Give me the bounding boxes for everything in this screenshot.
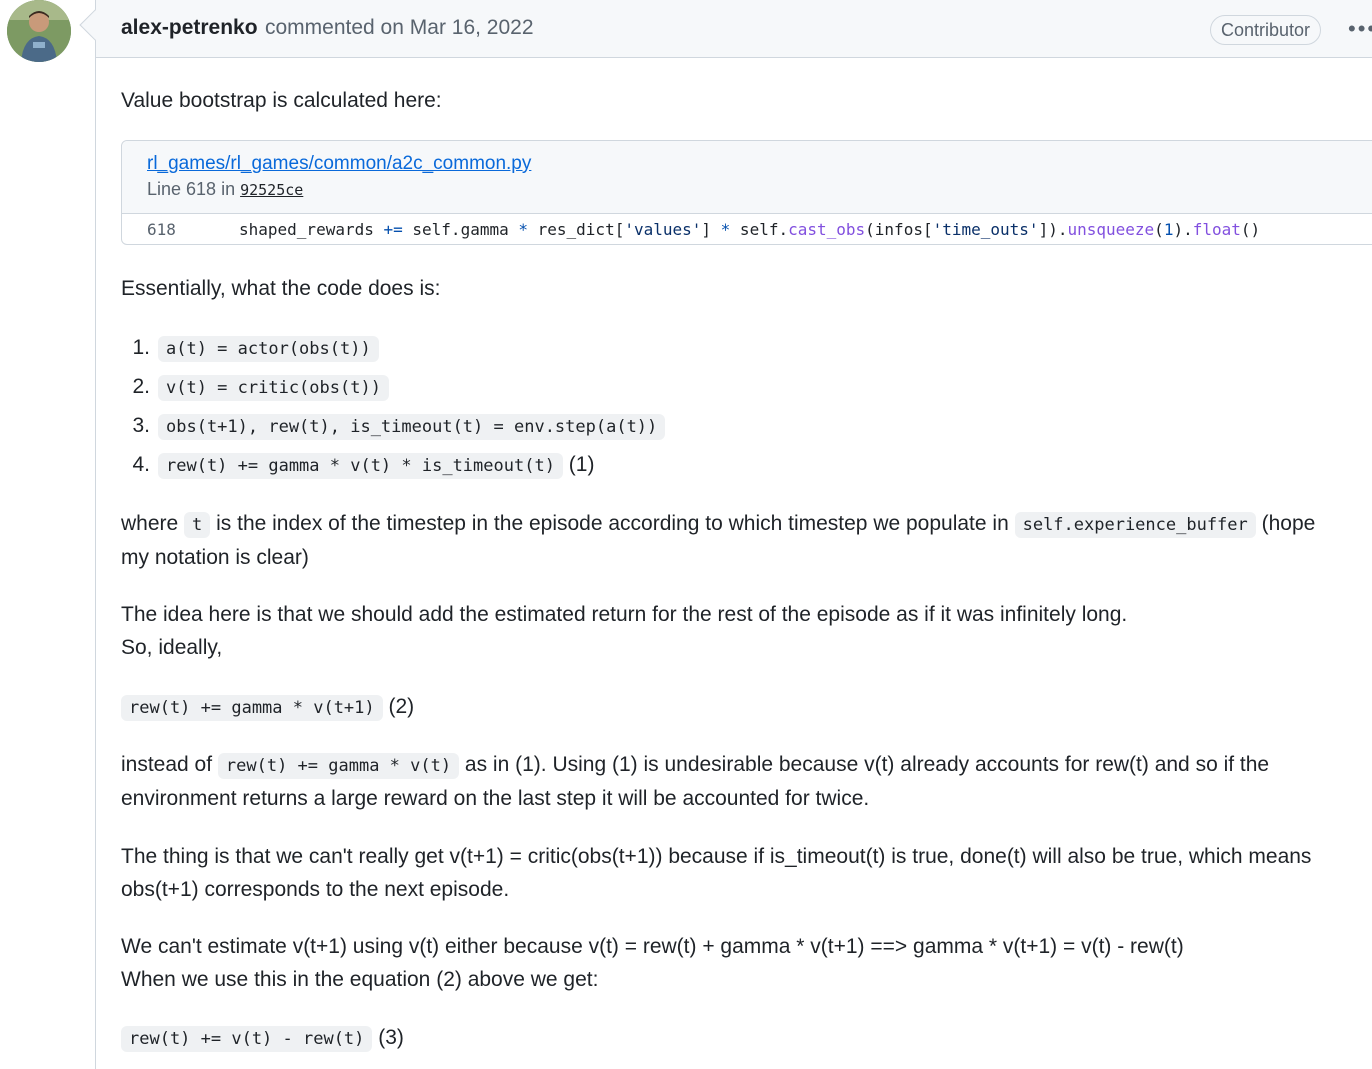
paragraph-instead-cont: environment returns a large reward on th… [121, 787, 870, 810]
equation-2: rew(t) += gamma * v(t+1) (2) [121, 690, 414, 725]
list-item: 4. rew(t) += gamma * v(t) * is_timeout(t)… [121, 448, 594, 483]
paragraph-idea-line2: So, ideally, [121, 636, 223, 659]
inline-code: rew(t) += gamma * v(t+1) [121, 695, 383, 721]
list-item: 1. a(t) = actor(obs(t)) [121, 331, 379, 366]
embed-header: rl_games/rl_games/common/a2c_common.py L… [122, 141, 1372, 214]
list-number: 1. [132, 336, 150, 359]
list-number: 4. [132, 453, 150, 476]
paragraph-essentially: Essentially, what the code does is: [121, 277, 441, 300]
equation-3: rew(t) += v(t) - rew(t) (3) [121, 1021, 404, 1056]
code-row: 618 shaped_rewards += self.gamma * res_d… [122, 215, 1372, 245]
contributor-badge: Contributor [1210, 15, 1322, 45]
paragraph-intro: Value bootstrap is calculated here: [121, 89, 442, 112]
comment-meta: commented on Mar 16, 2022 [265, 16, 534, 40]
list-number: 3. [132, 414, 150, 437]
file-link[interactable]: rl_games/rl_games/common/a2c_common.py [147, 153, 531, 175]
line-prefix: Line 618 in [147, 179, 236, 199]
list-item: 3. obs(t+1), rew(t), is_timeout(t) = env.… [121, 409, 666, 444]
author-link[interactable]: alex-petrenko [121, 16, 258, 40]
line-number[interactable]: 618 [147, 220, 176, 239]
avatar[interactable] [7, 0, 71, 62]
more-options-icon[interactable]: ••• [1348, 16, 1372, 42]
paragraph-where-cont: my notation is clear) [121, 546, 309, 569]
inline-code: rew(t) += v(t) - rew(t) [121, 1026, 373, 1052]
inline-code: rew(t) += gamma * v(t) [217, 753, 460, 779]
paragraph-idea-line1: The idea here is that we should add the … [121, 603, 1128, 626]
paragraph-where: where t is the index of the timestep in … [121, 507, 1315, 542]
equation-ref: (3) [378, 1026, 404, 1049]
paragraph-instead: instead of rew(t) += gamma * v(t) as in … [121, 748, 1269, 783]
list-item: 2. v(t) = critic(obs(t)) [121, 370, 389, 405]
paragraph-thing-line1: The thing is that we can't really get v(… [121, 845, 1312, 868]
inline-code: v(t) = critic(obs(t)) [158, 375, 389, 401]
inline-code: a(t) = actor(obs(t)) [158, 336, 379, 362]
equation-ref: (2) [388, 695, 415, 718]
inline-code: rew(t) += gamma * v(t) * is_timeout(t) [158, 453, 563, 479]
comment-action: commented on [265, 16, 404, 39]
list-number: 2. [132, 375, 150, 398]
embed-line-info: Line 618 in 92525ce [147, 179, 303, 200]
inline-code: obs(t+1), rew(t), is_timeout(t) = env.st… [158, 414, 666, 440]
comment-header: alex-petrenko commented on Mar 16, 2022 … [96, 0, 1372, 58]
equation-ref: (1) [568, 453, 595, 476]
paragraph-estimate-line1: We can't estimate v(t+1) using v(t) eith… [121, 935, 1184, 958]
paragraph-thing-line2: obs(t+1) corresponds to the next episode… [121, 878, 510, 901]
code-line: shaped_rewards += self.gamma * res_dict[… [239, 220, 1261, 239]
inline-code: t [184, 512, 211, 538]
commit-sha-link[interactable]: 92525ce [240, 181, 303, 199]
paragraph-estimate-line2: When we use this in the equation (2) abo… [121, 968, 599, 991]
inline-code: self.experience_buffer [1014, 512, 1256, 538]
code-permalink-embed: rl_games/rl_games/common/a2c_common.py L… [121, 140, 1372, 245]
comment-date[interactable]: Mar 16, 2022 [410, 16, 534, 39]
